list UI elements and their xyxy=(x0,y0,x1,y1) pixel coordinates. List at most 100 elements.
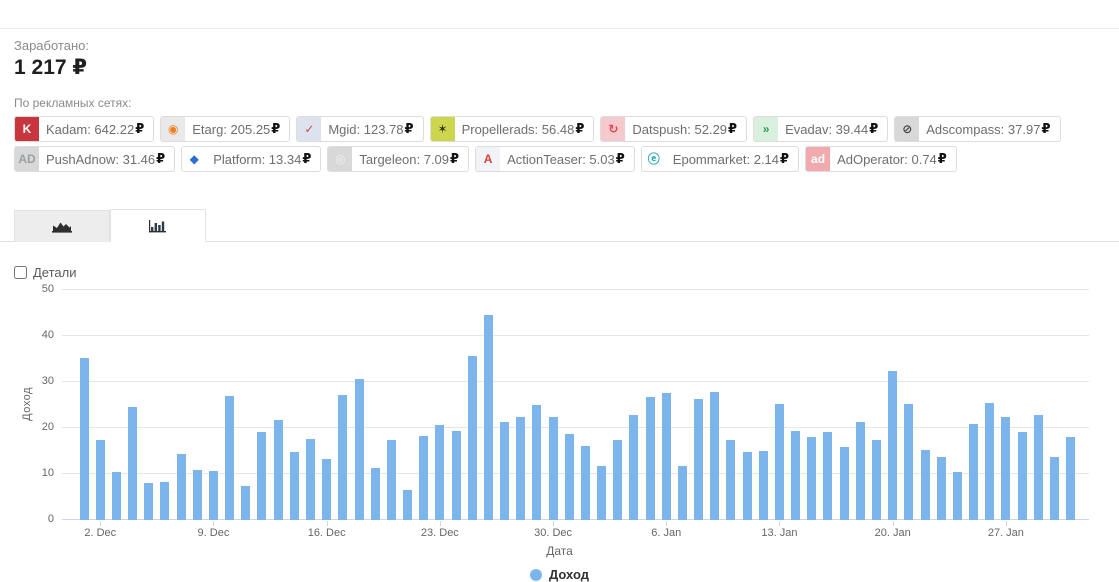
chart-bar[interactable] xyxy=(208,471,218,520)
chart-bar[interactable] xyxy=(419,435,429,520)
network-badge[interactable]: ↻ Datspush: 52.29 ₽ xyxy=(600,116,748,142)
chart-bar-slot xyxy=(448,288,464,520)
chart-bar[interactable] xyxy=(435,425,445,520)
chart-bar[interactable] xyxy=(548,417,558,520)
chart-bar[interactable] xyxy=(580,445,590,520)
chart-bar-slot: 9. Dec xyxy=(198,288,229,539)
chart-bar-slot: 20. Jan xyxy=(875,288,911,539)
chart-bar[interactable] xyxy=(144,483,154,520)
chart-bar[interactable] xyxy=(386,439,396,520)
chart-bar[interactable] xyxy=(176,453,186,520)
chart-bar[interactable] xyxy=(451,431,461,520)
chart-bar[interactable] xyxy=(1017,431,1027,520)
chart-bar[interactable] xyxy=(661,393,671,520)
chart-bar[interactable] xyxy=(322,459,332,520)
chart-bar[interactable] xyxy=(95,440,105,520)
chart-bar[interactable] xyxy=(920,450,930,520)
chart-bar[interactable] xyxy=(354,378,364,520)
x-tick-label: 23. Dec xyxy=(420,527,459,539)
chart-bar-slot: 6. Jan xyxy=(651,288,681,539)
network-badge[interactable]: ◉ Etarg: 205.25 ₽ xyxy=(160,116,291,142)
chart-bar[interactable] xyxy=(403,489,413,520)
network-badge[interactable]: ◎ Targeleon: 7.09 ₽ xyxy=(327,146,470,172)
chart-bar[interactable] xyxy=(710,391,720,520)
chart-bar[interactable] xyxy=(564,433,574,520)
chart-bar[interactable] xyxy=(758,450,768,520)
chart-bar[interactable] xyxy=(807,436,817,520)
chart-bar[interactable] xyxy=(192,469,202,520)
chart-bar[interactable] xyxy=(273,419,283,520)
ruble-sign: ₽ xyxy=(156,151,166,167)
chart-bar[interactable] xyxy=(774,404,784,520)
network-badge-label: Targeleon: 7.09 xyxy=(359,151,450,167)
chart-bar[interactable] xyxy=(742,452,752,520)
x-tick-label: 9. Dec xyxy=(197,527,230,539)
chart-bar-slot xyxy=(868,288,884,520)
chart-bar[interactable] xyxy=(1033,415,1043,520)
network-badge-label: Etarg: 205.25 xyxy=(192,121,271,137)
ruble-sign: ₽ xyxy=(780,151,790,167)
network-badge[interactable]: ⓔ Epommarket: 2.14 ₽ xyxy=(640,146,800,172)
chart-bar[interactable] xyxy=(483,315,493,520)
network-badge[interactable]: ◆ Platform: 13.34 ₽ xyxy=(181,146,322,172)
chart-bar[interactable] xyxy=(516,417,526,520)
ruble-sign: ₽ xyxy=(271,121,281,137)
chart-bar[interactable] xyxy=(839,447,849,520)
chart-bar[interactable] xyxy=(952,471,962,520)
chart-bar[interactable] xyxy=(888,371,898,520)
chart-bar[interactable] xyxy=(629,415,639,520)
network-badge[interactable]: A ActionTeaser: 5.03 ₽ xyxy=(475,146,635,172)
chart-bar[interactable] xyxy=(823,432,833,520)
chart-bar[interactable] xyxy=(694,399,704,520)
network-logo-icon: ◉ xyxy=(161,117,186,141)
tab-bar-chart[interactable] xyxy=(110,209,206,242)
chart-bar[interactable] xyxy=(645,396,655,520)
chart-bar[interactable] xyxy=(969,424,979,520)
chart-bar[interactable] xyxy=(936,456,946,520)
chart-bar[interactable] xyxy=(1049,457,1059,520)
network-badge[interactable]: K Kadam: 642.22 ₽ xyxy=(14,116,155,142)
chart-bar[interactable] xyxy=(257,432,267,520)
chart-bar[interactable] xyxy=(289,452,299,520)
y-axis-title: Доход xyxy=(20,387,33,421)
chart-bar[interactable] xyxy=(79,358,89,520)
chart-bar[interactable] xyxy=(241,485,251,520)
x-tick-label: 2. Dec xyxy=(84,527,117,539)
chart-bar[interactable] xyxy=(904,404,914,520)
network-badge[interactable]: » Evadav: 39.44 ₽ xyxy=(753,116,889,142)
chart-bar[interactable] xyxy=(677,465,687,520)
network-badge[interactable]: ⊘ Adscompass: 37.97 ₽ xyxy=(894,116,1061,142)
chart-bar[interactable] xyxy=(225,396,235,520)
chart-bar[interactable] xyxy=(532,404,542,520)
chart-bar[interactable] xyxy=(1066,436,1076,520)
chart-bar[interactable] xyxy=(370,467,380,520)
chart-bar[interactable] xyxy=(985,403,995,520)
chart-bar-slot xyxy=(222,288,238,520)
chart-bar[interactable] xyxy=(872,439,881,520)
tab-area-chart[interactable] xyxy=(14,210,110,242)
chart-bar[interactable] xyxy=(597,465,607,520)
chart-bar[interactable] xyxy=(128,406,138,520)
chart-bar[interactable] xyxy=(1001,417,1011,520)
chart-bar[interactable] xyxy=(467,356,477,520)
chart-bar[interactable] xyxy=(160,481,170,520)
chart-legend-item[interactable]: Доход xyxy=(14,567,1105,582)
chart-bar[interactable] xyxy=(791,431,801,520)
network-badge[interactable]: ✓ Mgid: 123.78 ₽ xyxy=(296,116,424,142)
chart-bar[interactable] xyxy=(855,421,865,520)
chart-bar[interactable] xyxy=(338,394,348,520)
chart-bar[interactable] xyxy=(726,439,736,520)
chart-bar[interactable] xyxy=(111,472,121,520)
chart-bar[interactable] xyxy=(305,439,315,520)
chart-bar[interactable] xyxy=(500,422,510,520)
earned-value: 1 217 ₽ xyxy=(14,55,1105,80)
network-badge[interactable]: AD PushAdnow: 31.46 ₽ xyxy=(14,146,176,172)
network-badge[interactable]: ✶ Propellerads: 56.48 ₽ xyxy=(429,116,595,142)
legend-label: Доход xyxy=(549,567,589,582)
chart-bar[interactable] xyxy=(613,439,623,520)
chart-bar-slot xyxy=(982,288,998,520)
network-badge[interactable]: ad AdOperator: 0.74 ₽ xyxy=(805,146,957,172)
chart-bar-slot xyxy=(1014,288,1030,520)
x-tick-mark xyxy=(326,521,328,526)
details-checkbox[interactable] xyxy=(14,266,27,279)
